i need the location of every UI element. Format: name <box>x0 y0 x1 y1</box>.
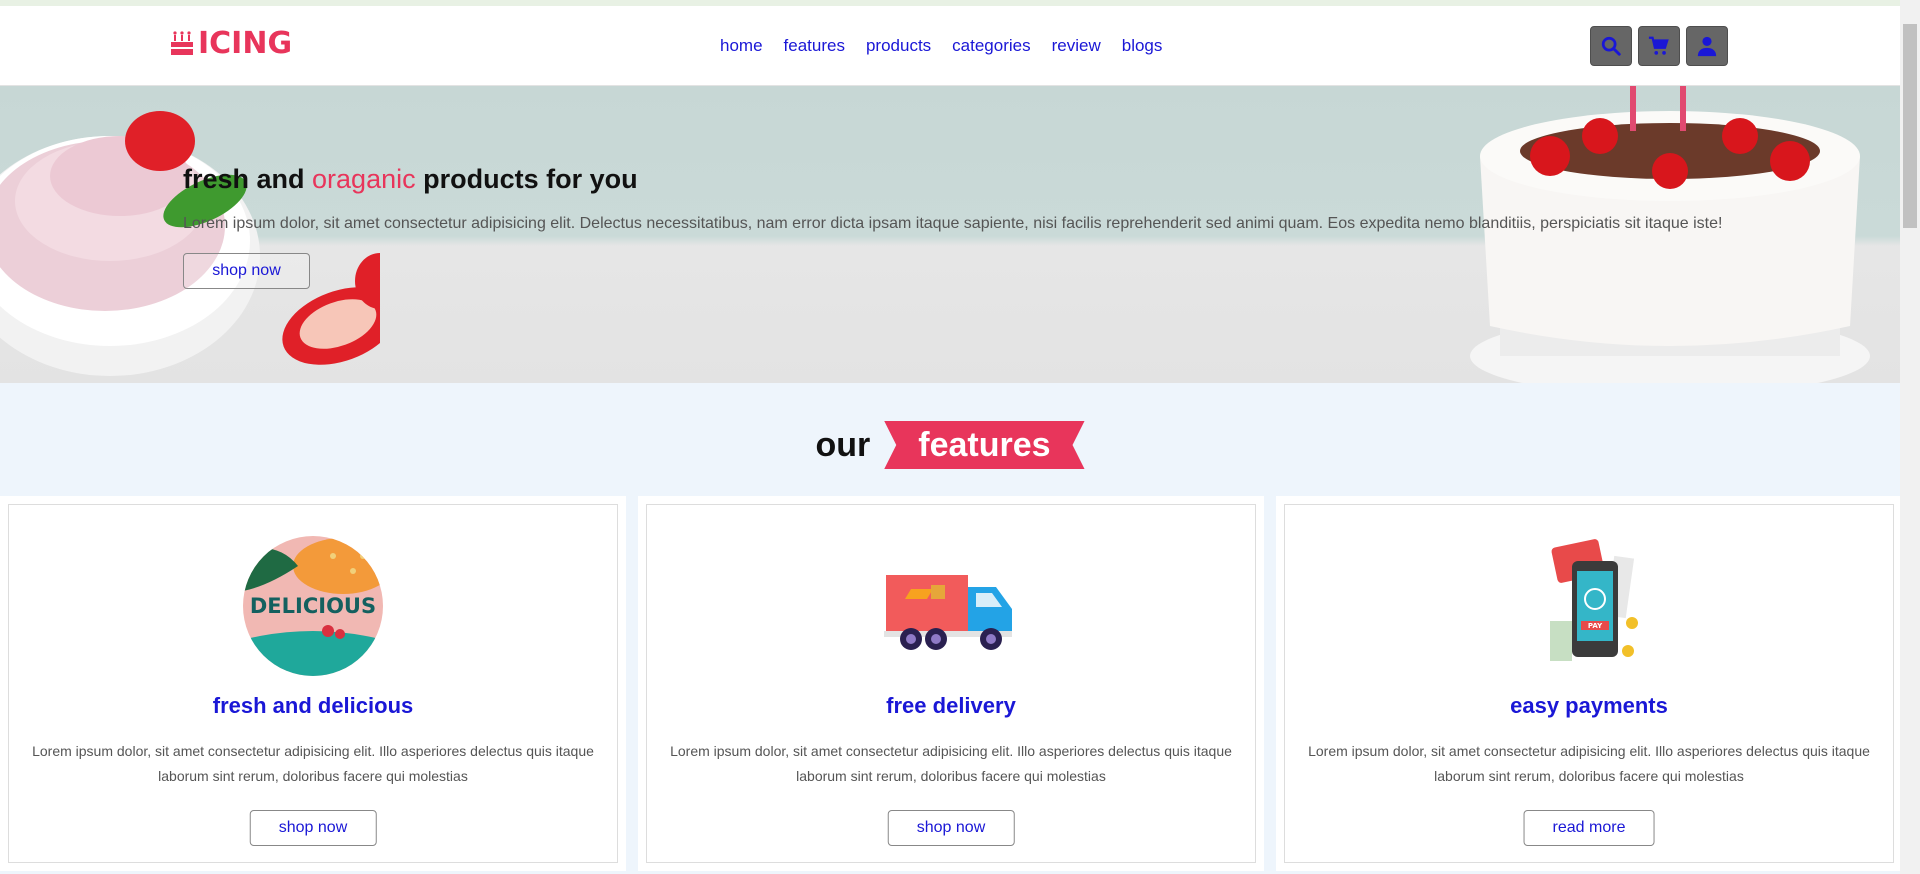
phone-payment-image: PAY <box>1550 539 1638 661</box>
nav-blogs[interactable]: blogs <box>1122 36 1163 56</box>
nav-products[interactable]: products <box>866 36 931 56</box>
site-header: ICING home features products categories … <box>0 6 1900 86</box>
vertical-scrollbar[interactable] <box>1900 0 1920 874</box>
features-heading: our features <box>0 421 1900 469</box>
hero-title-part1: fresh and <box>183 164 313 194</box>
feature-card-button[interactable]: shop now <box>887 810 1015 846</box>
hero-title: fresh and oraganic products for you <box>183 164 1783 195</box>
feature-card-title: easy payments <box>1510 693 1668 718</box>
delicious-badge-text: DELICIOUS <box>250 594 376 618</box>
hero-shop-now-button[interactable]: shop now <box>183 253 310 289</box>
hero-title-accent: oraganic <box>312 164 416 194</box>
features-heading-ribbon: features <box>884 421 1085 469</box>
hero-description: Lorem ipsum dolor, sit amet consectetur … <box>183 215 1723 232</box>
feature-card: DELICIOUS fresh and delicious Lorem ipsu… <box>0 496 626 871</box>
scrollbar-thumb[interactable] <box>1903 24 1917 228</box>
nav-review[interactable]: review <box>1052 36 1101 56</box>
cake-icon <box>171 31 193 55</box>
features-section: our features DELICIOUS fresh and delicio… <box>0 383 1902 874</box>
feature-card-button[interactable]: read more <box>1523 810 1655 846</box>
header-icons <box>1590 26 1728 66</box>
hero-banner: fresh and oraganic products for you Lore… <box>0 86 1900 383</box>
feature-card: free delivery Lorem ipsum dolor, sit ame… <box>638 496 1264 871</box>
nav-categories[interactable]: categories <box>952 36 1030 56</box>
feature-card-button[interactable]: shop now <box>249 810 377 846</box>
features-heading-plain: our <box>815 425 871 464</box>
logo[interactable]: ICING <box>170 25 293 61</box>
hero-title-part2: products for you <box>415 164 638 194</box>
feature-card-title: fresh and delicious <box>212 693 414 718</box>
search-button[interactable] <box>1590 26 1632 66</box>
pay-label: PAY <box>1588 622 1603 630</box>
feature-card-text: Lorem ipsum dolor, sit amet consectetur … <box>32 743 594 784</box>
nav-features[interactable]: features <box>784 36 845 56</box>
logo-text: ICING <box>198 25 293 61</box>
delivery-truck-image <box>884 575 1012 650</box>
feature-card-text: Lorem ipsum dolor, sit amet consectetur … <box>670 743 1232 784</box>
cart-icon <box>1648 36 1669 55</box>
hero-content: fresh and oraganic products for you Lore… <box>183 164 1783 289</box>
user-icon <box>1697 36 1717 57</box>
search-icon <box>1601 36 1621 56</box>
delicious-badge-image: DELICIOUS <box>243 536 383 676</box>
user-button[interactable] <box>1686 26 1728 66</box>
features-cards: DELICIOUS fresh and delicious Lorem ipsu… <box>0 496 1902 871</box>
cart-button[interactable] <box>1638 26 1680 66</box>
feature-card-title: free delivery <box>886 693 1016 718</box>
main-nav: home features products categories review… <box>720 36 1162 56</box>
feature-card-text: Lorem ipsum dolor, sit amet consectetur … <box>1308 743 1870 784</box>
nav-home[interactable]: home <box>720 36 763 56</box>
feature-card: PAY easy payments Lorem ipsum dolor, sit… <box>1276 496 1902 871</box>
